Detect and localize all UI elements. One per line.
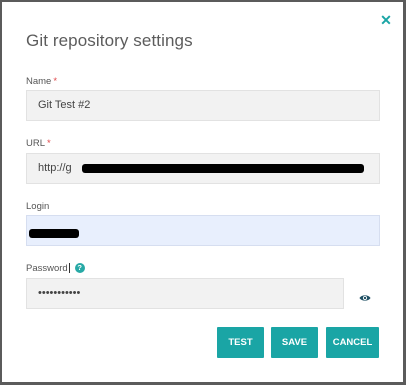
- help-icon[interactable]: ?: [74, 263, 85, 274]
- password-label: Password?: [26, 263, 85, 274]
- password-field[interactable]: •••••••••••: [26, 278, 344, 309]
- login-field[interactable]: [26, 215, 380, 246]
- cancel-button[interactable]: CANCEL: [326, 327, 379, 358]
- eye-icon[interactable]: [359, 293, 371, 303]
- test-button[interactable]: TEST: [217, 327, 264, 358]
- required-marker: *: [53, 76, 58, 87]
- name-label: Name *: [26, 76, 57, 87]
- password-label-text: Password: [26, 263, 68, 274]
- redaction-mark: [82, 164, 364, 173]
- git-repository-settings-dialog: ✕ Git repository settings Name * Git Test…: [2, 2, 403, 382]
- url-field[interactable]: http://g: [26, 153, 380, 184]
- url-value: http://g: [38, 162, 72, 174]
- name-field[interactable]: Git Test #2: [26, 90, 380, 121]
- password-value: •••••••••••: [38, 287, 81, 299]
- url-label: URL *: [26, 138, 51, 149]
- login-label: Login: [26, 201, 50, 212]
- name-value: Git Test #2: [38, 99, 91, 111]
- text-cursor: [68, 263, 70, 274]
- required-marker: *: [47, 138, 51, 149]
- save-button[interactable]: SAVE: [271, 327, 318, 358]
- url-label-text: URL: [26, 138, 46, 149]
- dialog-title: Git repository settings: [26, 31, 193, 50]
- close-icon[interactable]: ✕: [379, 13, 393, 27]
- name-label-text: Name: [26, 76, 52, 87]
- redaction-mark: [29, 229, 79, 238]
